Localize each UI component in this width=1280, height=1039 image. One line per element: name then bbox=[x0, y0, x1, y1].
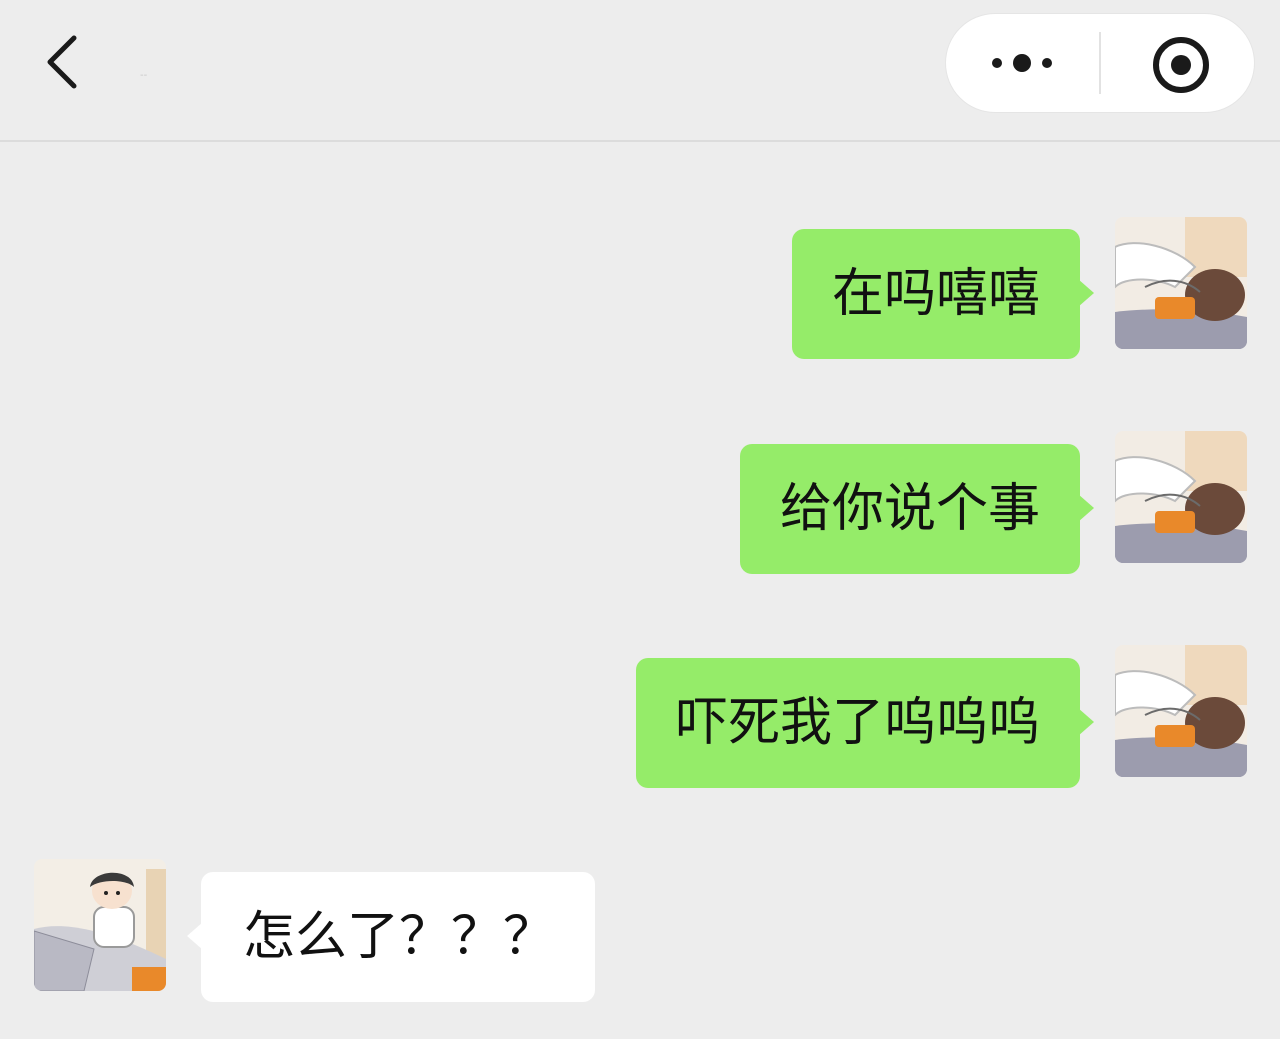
chat-title: -- bbox=[140, 70, 148, 81]
message-text: 吓死我了呜呜呜 bbox=[675, 693, 1040, 753]
avatar-image bbox=[34, 859, 166, 991]
bubble-tail bbox=[1078, 279, 1094, 307]
chat-screen: -- 在吗嘻嘻 给你说个事 吓死我了呜呜呜 怎么了？？？ bbox=[0, 0, 1280, 1039]
message-text: 怎么了？？？ bbox=[243, 907, 556, 967]
avatar-image bbox=[1115, 431, 1247, 563]
close-button[interactable] bbox=[1101, 14, 1254, 112]
my-avatar[interactable] bbox=[1115, 645, 1247, 777]
message-text: 在吗嘻嘻 bbox=[831, 264, 1040, 324]
message-bubble-sent[interactable]: 吓死我了呜呜呜 bbox=[635, 658, 1094, 788]
bubble-tail bbox=[1078, 708, 1094, 736]
chat-header: -- bbox=[0, 0, 1280, 142]
my-avatar[interactable] bbox=[1115, 431, 1247, 563]
message-bubble-sent[interactable]: 在吗嘻嘻 bbox=[791, 229, 1094, 359]
bubble-tail bbox=[187, 922, 203, 950]
bubble-tail bbox=[1078, 494, 1094, 522]
avatar-image bbox=[1115, 217, 1247, 349]
message-bubble-sent[interactable]: 给你说个事 bbox=[739, 444, 1094, 574]
mini-program-capsule bbox=[946, 14, 1254, 112]
more-button[interactable] bbox=[946, 14, 1100, 112]
more-dots-icon bbox=[992, 54, 1052, 72]
target-circle-icon bbox=[1153, 37, 1209, 93]
avatar-image bbox=[1115, 645, 1247, 777]
message-bubble-received[interactable]: 怎么了？？？ bbox=[187, 872, 596, 1002]
back-button[interactable] bbox=[30, 22, 100, 102]
message-text: 给你说个事 bbox=[779, 479, 1040, 539]
chevron-left-icon bbox=[47, 35, 77, 89]
my-avatar[interactable] bbox=[1115, 217, 1247, 349]
contact-avatar[interactable] bbox=[34, 859, 166, 991]
